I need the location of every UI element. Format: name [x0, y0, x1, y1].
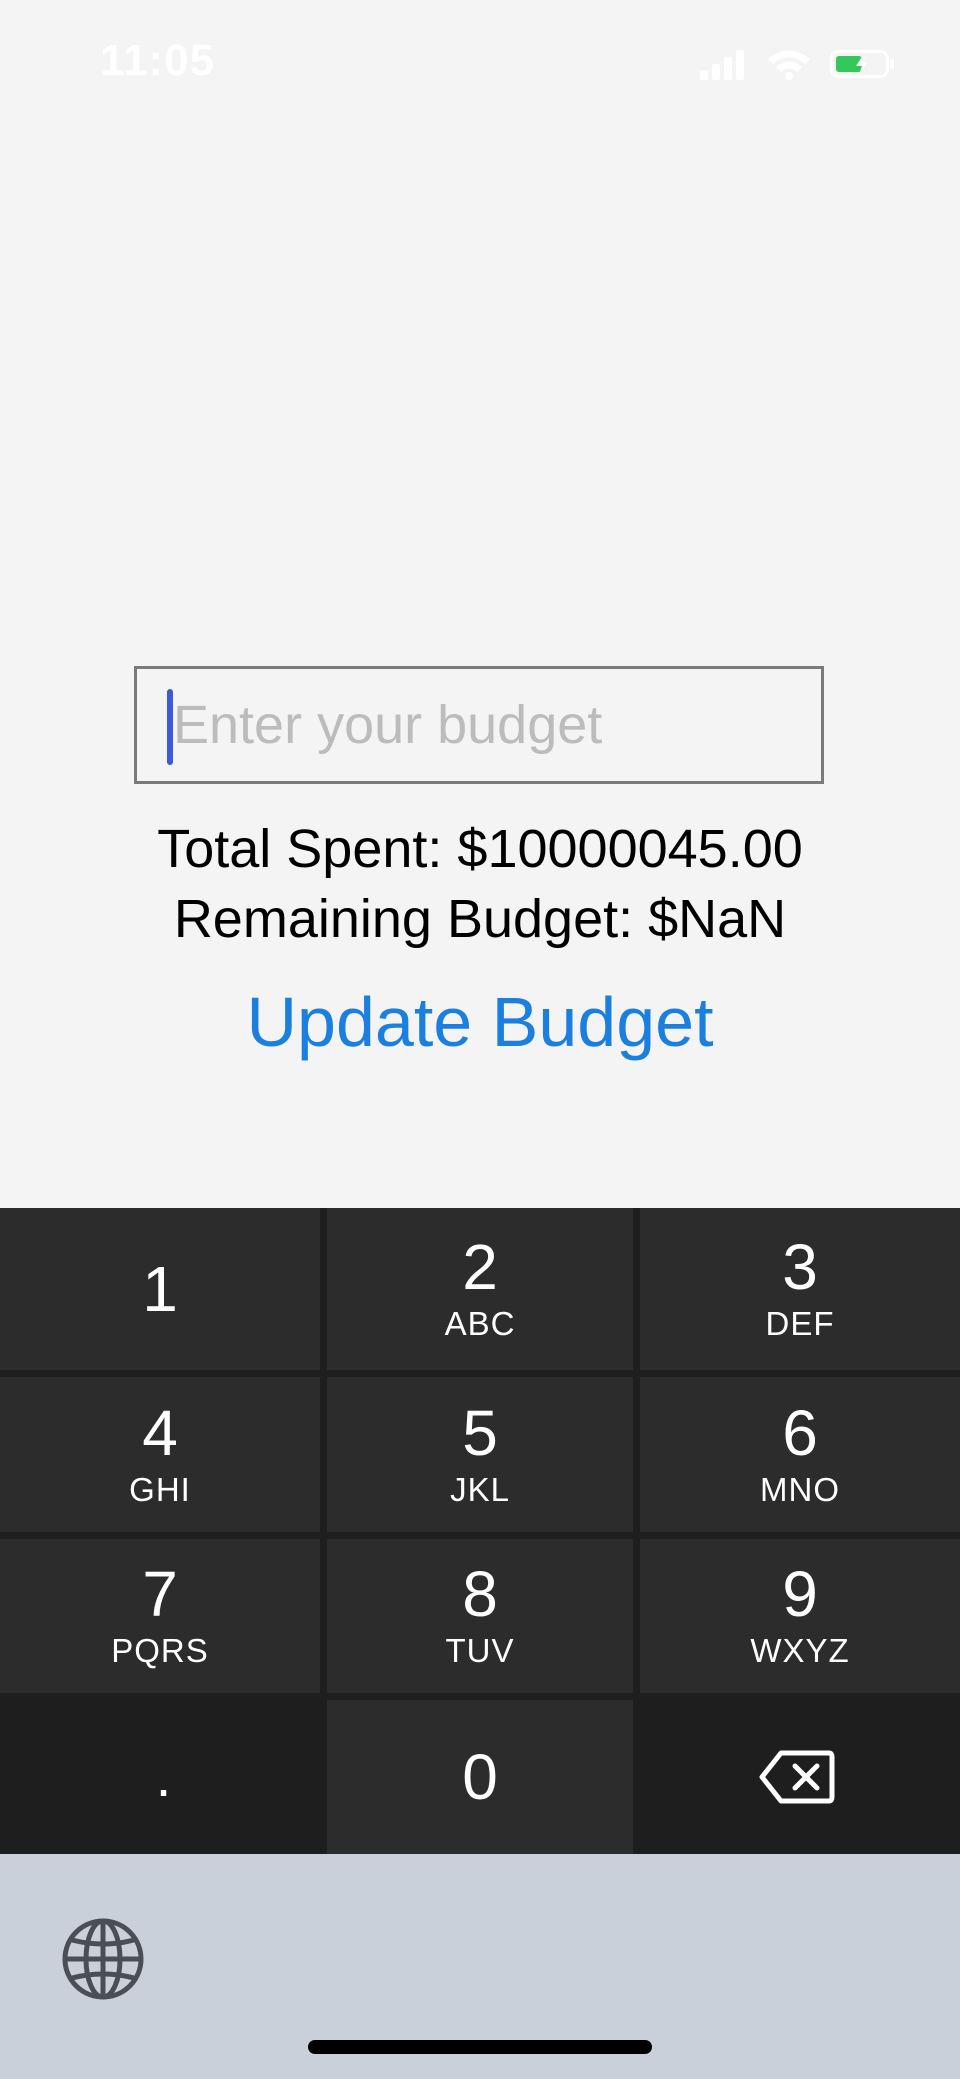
update-budget-button[interactable]: Update Budget [0, 980, 960, 1064]
key-7[interactable]: 7 PQRS [0, 1539, 320, 1693]
backspace-key[interactable] [633, 1700, 960, 1854]
status-bar: 11:05 [0, 0, 960, 130]
key-period-label: . [155, 1745, 172, 1808]
key-digit: 9 [782, 1558, 818, 1630]
key-2[interactable]: 2 ABC [327, 1208, 633, 1370]
key-digit: 5 [462, 1396, 498, 1469]
key-4[interactable]: 4 GHI [0, 1377, 320, 1532]
key-0[interactable]: 0 [327, 1700, 633, 1854]
key-3[interactable]: 3 DEF [640, 1208, 960, 1370]
keyboard-footer [0, 1854, 960, 2079]
key-digit: 2 [462, 1231, 498, 1303]
key-letters: GHI [129, 1470, 191, 1508]
status-icons [698, 48, 896, 80]
budget-input[interactable] [173, 669, 803, 781]
key-letters: MNO [760, 1470, 840, 1508]
key-letters: DEF [765, 1305, 835, 1342]
key-letters: WXYZ [750, 1632, 850, 1669]
total-spent-text: Total Spent: $10000045.00 [157, 819, 803, 879]
budget-input-container[interactable] [134, 666, 824, 784]
key-digit: 0 [462, 1741, 498, 1813]
key-6[interactable]: 6 MNO [640, 1377, 960, 1532]
key-5[interactable]: 5 JKL [327, 1377, 633, 1532]
battery-charging-icon [830, 50, 894, 78]
key-digit: 7 [142, 1558, 178, 1630]
key-digit: 3 [782, 1231, 818, 1303]
key-digit: 4 [142, 1396, 178, 1469]
key-letters: ABC [444, 1305, 516, 1342]
key-digit: 8 [462, 1558, 498, 1630]
signal-icon [700, 50, 744, 80]
key-letters: JKL [450, 1470, 510, 1508]
globe-icon[interactable] [60, 1916, 146, 2002]
key-1[interactable]: 1 [0, 1208, 320, 1370]
key-digit: 6 [782, 1396, 818, 1469]
backspace-icon [759, 1750, 834, 1804]
remaining-budget-text: Remaining Budget: $NaN [173, 889, 787, 949]
numeric-keypad: 1 2 ABC 3 DEF 4 GHI 5 JKL 6 MNO 7 PQRS 8… [0, 1208, 960, 1854]
key-letters: PQRS [111, 1632, 209, 1669]
key-letters: TUV [445, 1632, 515, 1669]
key-8[interactable]: 8 TUV [327, 1539, 633, 1693]
home-indicator [308, 2040, 652, 2054]
key-digit: 1 [142, 1253, 178, 1325]
status-time: 11:05 [100, 36, 216, 85]
key-period[interactable]: . [0, 1700, 327, 1854]
key-9[interactable]: 9 WXYZ [640, 1539, 960, 1693]
wifi-icon [768, 50, 810, 80]
